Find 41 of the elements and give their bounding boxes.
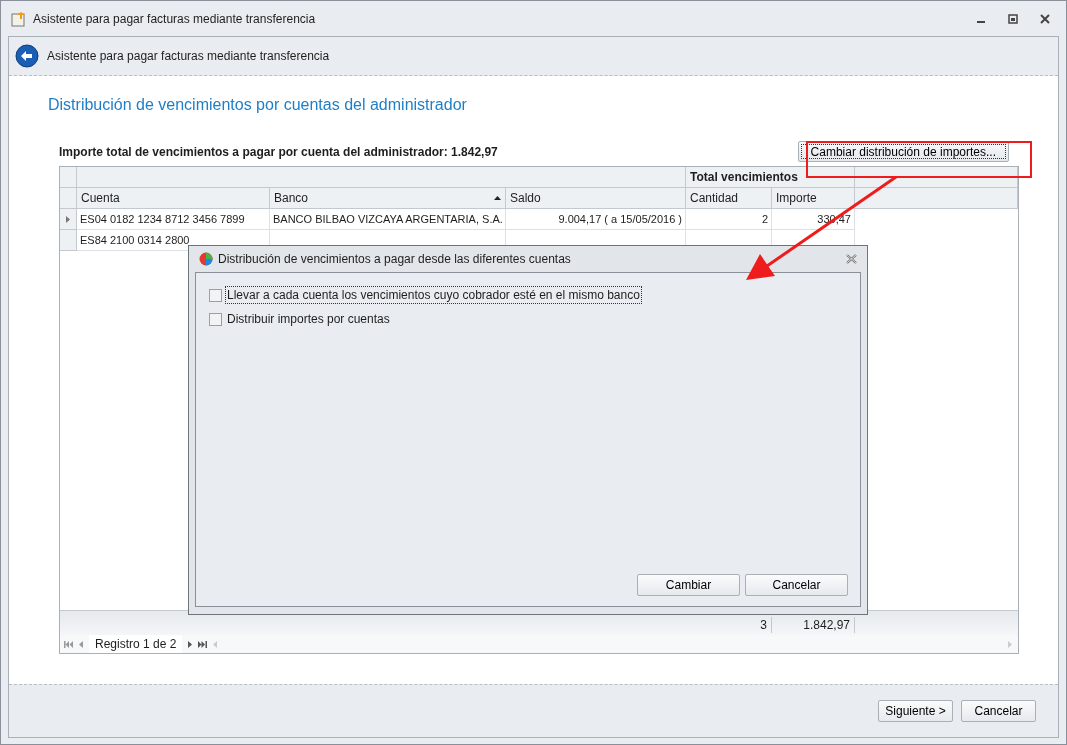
change-distribution-button[interactable]: Cambiar distribución de importes...	[797, 141, 1009, 162]
sort-icon	[494, 196, 501, 200]
column-header[interactable]: Banco	[270, 188, 506, 209]
record-counter: Registro 1 de 2	[89, 635, 183, 653]
indicator-header	[60, 188, 77, 209]
page-title: Distribución de vencimientos por cuentas del administrador	[48, 96, 468, 114]
band-header-title: Total vencimientos	[690, 170, 798, 184]
close-icon[interactable]	[1040, 13, 1050, 24]
total-amount: 1.842,97	[772, 617, 855, 633]
total-count: 3	[686, 617, 772, 633]
window-title: Asistente para pagar facturas mediante transferencia	[33, 11, 317, 26]
checkbox[interactable]	[209, 288, 222, 302]
table-cell: 2	[686, 209, 772, 230]
corner-header	[60, 167, 77, 188]
dialog-title: Distribución de vencimientos a pagar desde las diferentes cuentas	[218, 252, 572, 266]
row-indicator[interactable]	[60, 209, 77, 230]
apply-button[interactable]: Cambiar	[637, 574, 740, 596]
total-summary: Importe total de vencimientos a pagar por cuenta del administrador: 1.842,97	[59, 144, 498, 159]
option-label[interactable]: Llevar a cada cuenta los vencimientos cuyo cobrador esté en el mismo banco	[226, 287, 641, 303]
first-record-icon[interactable]	[64, 640, 73, 648]
restore-icon[interactable]	[1008, 13, 1018, 24]
column-header[interactable]: Saldo	[506, 188, 686, 209]
cancel-button[interactable]: Cancelar	[745, 574, 848, 596]
option-label[interactable]: Distribuir importes por cuentas	[226, 311, 391, 327]
pie-chart-icon	[199, 252, 213, 266]
table-cell: ES04 0182 1234 8712 3456 7899	[77, 209, 270, 230]
next-record-icon[interactable]	[188, 640, 193, 648]
checkbox[interactable]	[209, 312, 222, 326]
cancel-button[interactable]: Cancelar	[961, 700, 1036, 722]
column-header[interactable]: Importe	[772, 188, 855, 209]
table-cell: BANCO BILBAO VIZCAYA ARGENTARIA, S.A.	[270, 209, 506, 230]
current-row-icon	[66, 215, 70, 223]
next-button[interactable]: Siguiente >	[878, 700, 953, 722]
back-icon[interactable]	[15, 44, 39, 68]
last-record-icon[interactable]	[198, 640, 208, 648]
app-icon	[11, 10, 27, 27]
previous-record-icon[interactable]	[79, 640, 83, 648]
table-cell: 9.004,17 ( a 15/05/2016 )	[506, 209, 686, 230]
wizard-title: Asistente para pagar facturas mediante transferencia	[47, 49, 330, 63]
column-header[interactable]: Cuenta	[77, 188, 270, 209]
column-header[interactable]: Cantidad	[686, 188, 772, 209]
